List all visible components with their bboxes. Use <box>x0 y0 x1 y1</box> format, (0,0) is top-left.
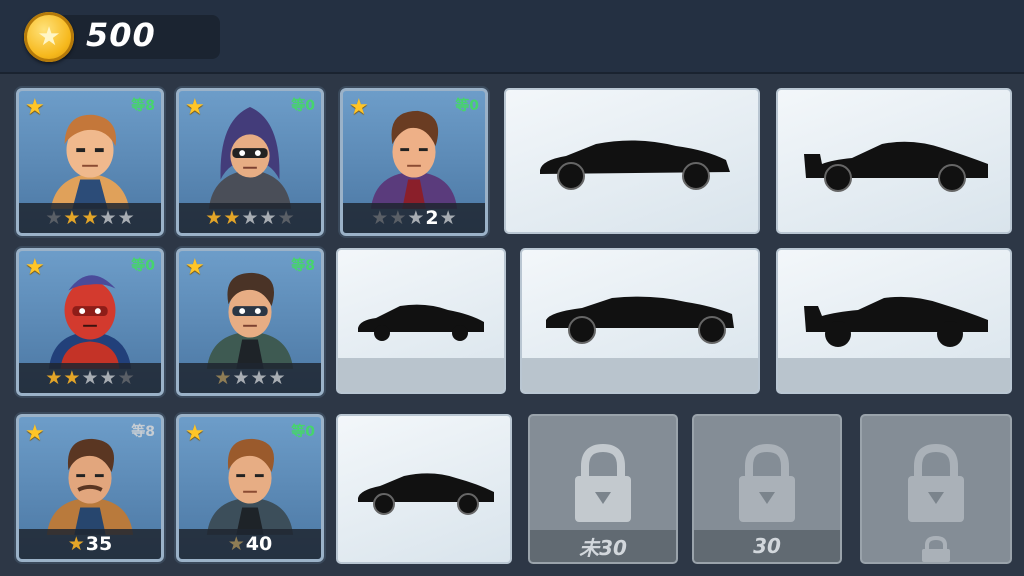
unlock-price: 未30 <box>530 530 676 562</box>
character-portrait <box>50 114 130 209</box>
star-price-icon: ★ <box>67 533 85 555</box>
character-card-2[interactable]: ★ 等0 ★ ★ ★ ★ ★ <box>176 88 324 236</box>
small-lock-icon <box>922 536 950 562</box>
car-card-6[interactable] <box>336 414 512 564</box>
character-card-3[interactable]: ★ 等0 ★ ★ ★ 2 ★ <box>340 88 488 236</box>
character-portrait <box>208 106 292 209</box>
showroom-floor <box>778 358 1010 392</box>
star-price-icon: ★ <box>227 533 245 555</box>
car-card-2[interactable] <box>776 88 1012 234</box>
lock-icon <box>575 443 631 522</box>
unlock-price: 30 <box>694 530 840 562</box>
character-portrait <box>206 438 294 535</box>
showroom-floor <box>338 358 504 392</box>
car-card-1[interactable] <box>504 88 760 234</box>
character-portrait <box>46 438 134 535</box>
car-card-5[interactable] <box>776 248 1012 394</box>
locked-slot-3[interactable] <box>860 414 1012 564</box>
locked-slot-1[interactable]: 未30 <box>528 414 678 564</box>
rating-number: 2 <box>425 207 439 229</box>
locked-slot-2[interactable]: 30 <box>692 414 842 564</box>
star-coin-icon: ★ <box>24 12 74 62</box>
character-portrait <box>370 110 458 209</box>
car-silhouette-icon <box>546 296 734 344</box>
character-portrait <box>206 272 294 369</box>
star-rating: ★ ★ ★ ★ ★ <box>19 363 161 393</box>
star-rating: ★ ★ ★ ★ ★ <box>179 203 321 233</box>
character-portrait <box>48 275 132 369</box>
showroom-floor <box>522 358 758 392</box>
price-tag: ★ 35 <box>19 529 161 559</box>
car-silhouette-icon <box>804 141 988 192</box>
character-card-4[interactable]: ★ 等0 ★ ★ ★ ★ ★ <box>16 248 164 396</box>
car-silhouette-icon <box>358 473 494 515</box>
car-silhouette-icon <box>540 140 730 190</box>
lock-icon <box>908 443 964 522</box>
character-card-6[interactable]: ★ 等8 ★ 35 <box>16 414 164 562</box>
star-rating: ★ ★ ★ ★ ★ <box>19 203 161 233</box>
character-card-5[interactable]: ★ 等8 ★ ★ ★ ★ <box>176 248 324 396</box>
price-tag: ★ 40 <box>179 529 321 559</box>
star-rating: ★ ★ ★ ★ <box>179 363 321 393</box>
top-bar: ★ 500 <box>0 0 1024 74</box>
car-card-3[interactable] <box>336 248 506 394</box>
car-silhouette-icon <box>358 304 484 341</box>
car-card-4[interactable] <box>520 248 760 394</box>
coin-amount: 500 <box>86 16 156 54</box>
lock-icon <box>739 443 795 522</box>
character-card-7[interactable]: ★ 等0 ★ 40 <box>176 414 324 562</box>
car-silhouette-icon <box>804 296 988 347</box>
character-card-1[interactable]: ★ 等8 ★ ★ ★ ★ ★ <box>16 88 164 236</box>
star-rating: ★ ★ ★ 2 ★ <box>343 203 485 233</box>
